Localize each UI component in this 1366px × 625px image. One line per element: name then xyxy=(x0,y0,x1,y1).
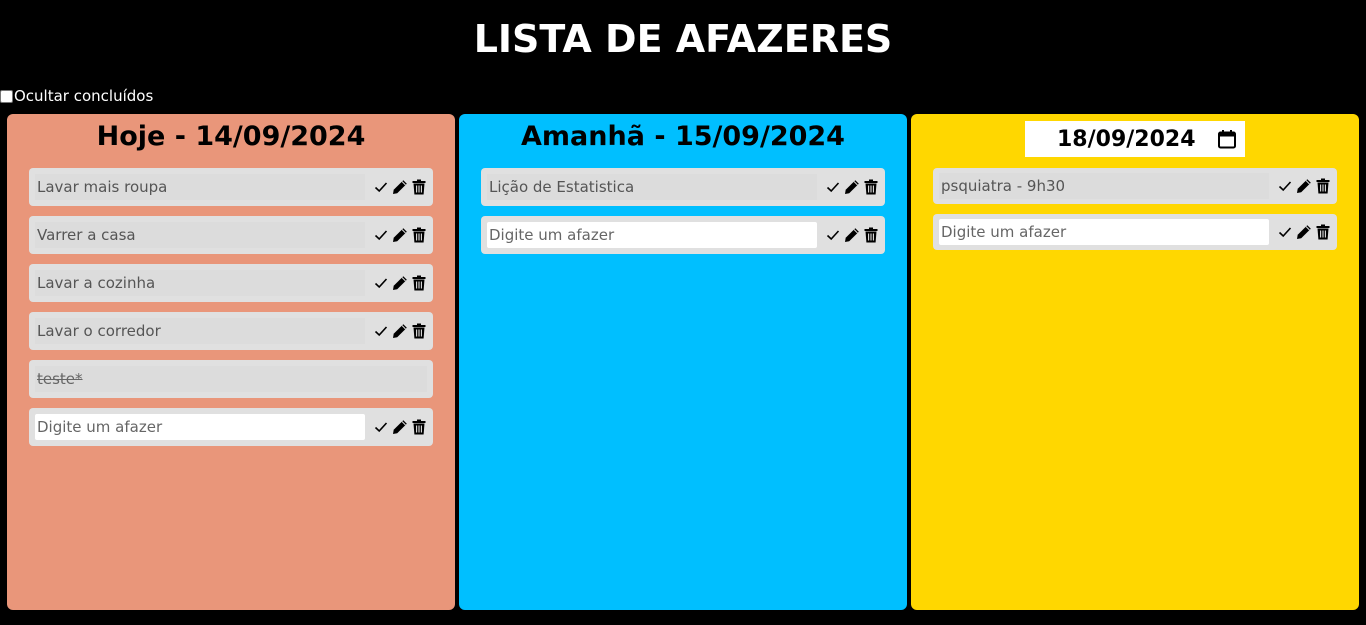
pencil-icon[interactable] xyxy=(844,178,860,196)
pencil-icon[interactable] xyxy=(1296,223,1312,241)
check-icon[interactable] xyxy=(373,274,389,292)
trash-icon[interactable] xyxy=(411,226,427,244)
date-value: 18/09/2024 xyxy=(1057,126,1196,152)
columns-container: Hoje - 14/09/2024 Lavar mais roupa Varre… xyxy=(7,114,1360,610)
pencil-icon[interactable] xyxy=(844,226,860,244)
pencil-icon[interactable] xyxy=(392,322,408,340)
new-task-row: Digite um afazer xyxy=(481,216,885,254)
new-task-input[interactable]: Digite um afazer xyxy=(487,222,817,248)
hide-completed-checkbox[interactable] xyxy=(0,89,13,103)
task-actions xyxy=(365,178,427,196)
task-actions xyxy=(1269,223,1331,241)
new-task-row: Digite um afazer xyxy=(29,408,433,446)
trash-icon[interactable] xyxy=(411,274,427,292)
pencil-icon[interactable] xyxy=(392,178,408,196)
column-today: Hoje - 14/09/2024 Lavar mais roupa Varre… xyxy=(7,114,455,610)
hide-completed-toggle[interactable]: Ocultar concluídos xyxy=(0,87,153,105)
task-item: Lavar o corredor xyxy=(29,312,433,350)
task-item: Lavar a cozinha xyxy=(29,264,433,302)
hide-completed-label: Ocultar concluídos xyxy=(14,87,154,105)
task-item-completed: teste* xyxy=(29,360,433,398)
column-tomorrow: Amanhã - 15/09/2024 Lição de Estatistica… xyxy=(459,114,907,610)
pencil-icon[interactable] xyxy=(392,418,408,436)
task-actions xyxy=(365,322,427,340)
trash-icon[interactable] xyxy=(411,178,427,196)
task-actions xyxy=(365,274,427,292)
task-actions xyxy=(365,226,427,244)
task-actions xyxy=(817,226,879,244)
pencil-icon[interactable] xyxy=(392,274,408,292)
task-actions xyxy=(365,418,427,436)
check-icon[interactable] xyxy=(1277,223,1293,241)
task-text[interactable]: Lavar mais roupa xyxy=(35,174,365,200)
check-icon[interactable] xyxy=(373,322,389,340)
column-tomorrow-title: Amanhã - 15/09/2024 xyxy=(521,121,845,152)
check-icon[interactable] xyxy=(373,226,389,244)
trash-icon[interactable] xyxy=(863,178,879,196)
trash-icon[interactable] xyxy=(411,322,427,340)
check-icon[interactable] xyxy=(825,178,841,196)
task-item: psquiatra - 9h30 xyxy=(933,168,1337,204)
check-icon[interactable] xyxy=(373,178,389,196)
trash-icon[interactable] xyxy=(1315,177,1331,195)
pencil-icon[interactable] xyxy=(1296,177,1312,195)
task-item: Varrer a casa xyxy=(29,216,433,254)
page-title: LISTA DE AFAZERES xyxy=(473,17,893,61)
column-today-title: Hoje - 14/09/2024 xyxy=(96,121,366,152)
task-text[interactable]: psquiatra - 9h30 xyxy=(939,173,1269,199)
trash-icon[interactable] xyxy=(1315,223,1331,241)
new-task-input[interactable]: Digite um afazer xyxy=(35,414,365,440)
task-actions xyxy=(817,178,879,196)
task-text[interactable]: Lavar a cozinha xyxy=(35,270,365,296)
pencil-icon[interactable] xyxy=(392,226,408,244)
check-icon[interactable] xyxy=(825,226,841,244)
trash-icon[interactable] xyxy=(863,226,879,244)
task-text[interactable]: Lavar o corredor xyxy=(35,318,365,344)
new-task-row: Digite um afazer xyxy=(933,214,1337,250)
task-item: Lavar mais roupa xyxy=(29,168,433,206)
calendar-icon[interactable] xyxy=(1217,129,1237,149)
task-text[interactable]: Lição de Estatistica xyxy=(487,174,817,200)
column-custom-date: 18/09/2024 psquiatra - 9h30 Digite um af… xyxy=(911,114,1359,610)
task-item: Lição de Estatistica xyxy=(481,168,885,206)
task-text[interactable]: Varrer a casa xyxy=(35,222,365,248)
check-icon[interactable] xyxy=(373,418,389,436)
task-actions xyxy=(1269,177,1331,195)
trash-icon[interactable] xyxy=(411,418,427,436)
new-task-input[interactable]: Digite um afazer xyxy=(939,219,1269,245)
task-text[interactable]: teste* xyxy=(35,366,427,392)
date-picker-input[interactable]: 18/09/2024 xyxy=(1025,121,1245,157)
check-icon[interactable] xyxy=(1277,177,1293,195)
